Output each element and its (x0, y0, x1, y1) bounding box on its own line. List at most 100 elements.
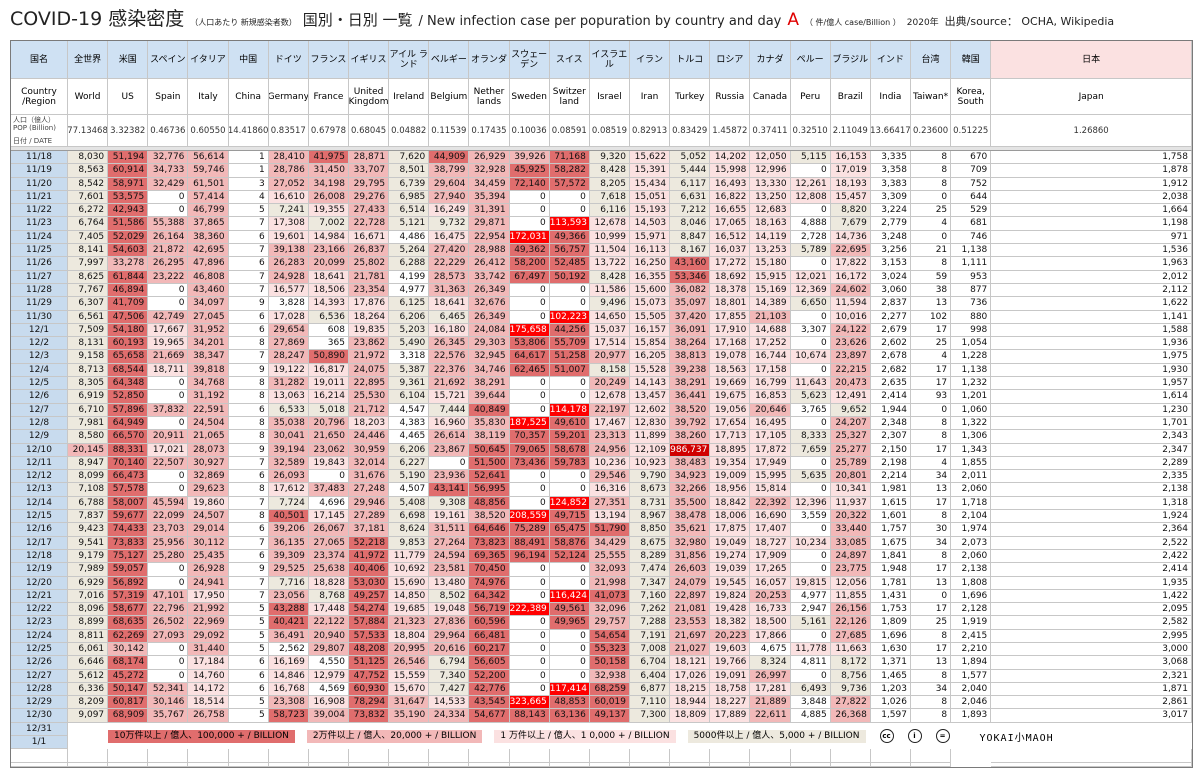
value-cell: 8,713 (68, 363, 109, 378)
value-cell: 10,674 (790, 350, 831, 364)
value-cell: 9,423 (68, 523, 109, 537)
value-cell: 6,764 (68, 217, 109, 231)
value-cell: 21,697 (670, 629, 711, 643)
country-name-jp: イラン (629, 41, 671, 79)
value-cell: 33,742 (469, 270, 510, 284)
value-cell: 57,533 (348, 629, 390, 643)
value-cell: 33,707 (348, 164, 390, 178)
value-cell: 8 (228, 390, 269, 404)
value-cell: 14,172 (188, 682, 229, 697)
value-cell: 8 (910, 510, 952, 524)
value-cell: 34,201 (188, 337, 229, 351)
value-cell: 2,635 (870, 377, 911, 391)
value-cell: 0 (148, 470, 189, 484)
date-cell: 12/22 (11, 603, 68, 617)
value-cell: 0 (148, 297, 189, 311)
value-cell: 1,588 (991, 323, 1192, 338)
value-cell: 52,218 (348, 536, 390, 550)
value-cell: 64,348 (108, 377, 149, 391)
title-sub: （人口あたり 新規感染者数） (190, 18, 297, 27)
value-cell: 3,559 (790, 510, 831, 524)
value-cell: 0 (148, 416, 189, 431)
value-cell: 1,919 (951, 616, 992, 630)
value-cell: 2,414 (991, 563, 1192, 577)
value-cell: 1 (228, 151, 269, 165)
value-cell: 57,319 (108, 589, 149, 604)
value-cell: 1,318 (991, 496, 1192, 511)
value-cell: 16,822 (710, 190, 751, 205)
value-cell: 5 (228, 629, 269, 643)
value-cell: 19,835 (348, 323, 390, 338)
value-cell: 6,536 (308, 310, 349, 324)
value-cell: 746 (951, 230, 992, 245)
value-cell: 8,756 (830, 669, 871, 683)
value-cell: 24,075 (348, 363, 390, 378)
value-cell: 20,995 (389, 642, 430, 657)
value-cell: 26,349 (469, 310, 510, 324)
value-cell: 26,546 (389, 656, 430, 670)
value-cell: 61,844 (108, 270, 149, 284)
value-cell: 3,309 (870, 190, 911, 205)
value-cell: 0 (509, 629, 550, 643)
value-cell: 21,065 (188, 430, 229, 444)
value-cell: 24,084 (469, 323, 510, 338)
value-cell: 19,049 (710, 536, 751, 550)
value-cell: 1,935 (991, 576, 1192, 590)
value-cell: 15,814 (750, 483, 791, 497)
value-cell: 31,440 (188, 642, 229, 657)
value-cell: 17,514 (589, 337, 630, 351)
value-cell: 78,294 (348, 696, 390, 710)
value-cell (830, 762, 871, 767)
value-cell: 15,670 (389, 682, 430, 697)
value-cell: 2,214 (870, 470, 911, 484)
value-cell: 8 (228, 377, 269, 391)
value-cell: 22,229 (429, 257, 470, 271)
value-cell (348, 749, 390, 763)
value-cell: 35,097 (670, 297, 711, 311)
value-cell: 21,081 (670, 603, 711, 617)
date-cell: 12/5 (11, 377, 68, 391)
value-cell: 6,061 (68, 642, 109, 657)
value-cell: 6,125 (389, 297, 430, 311)
value-cell: 21,998 (589, 576, 630, 590)
value-cell: 1,630 (870, 642, 911, 657)
value-cell: 17 (910, 363, 952, 378)
value-cell: 17,281 (750, 682, 791, 697)
value-cell: 8,731 (629, 496, 671, 511)
value-cell: 17,713 (710, 430, 751, 444)
value-cell: 15,528 (629, 363, 671, 378)
country-name-en: United Kingdom (348, 79, 390, 115)
value-cell: 0 (549, 483, 590, 497)
value-cell: 17 (910, 443, 952, 457)
value-cell: 40,421 (268, 616, 309, 630)
value-cell: 608 (308, 323, 349, 338)
date-cell: 12/18 (11, 549, 68, 564)
value-cell: 0 (509, 483, 550, 497)
country-name-jp: インド (870, 41, 911, 79)
value-cell: 0 (790, 337, 831, 351)
value-cell: 2,138 (951, 563, 992, 577)
value-cell: 6,533 (268, 403, 309, 417)
value-cell: 25,280 (148, 549, 189, 564)
value-cell: 22,392 (750, 496, 791, 511)
value-cell: 19,545 (710, 576, 751, 590)
value-cell: 39,792 (670, 416, 711, 431)
value-cell: 11,586 (589, 283, 630, 298)
value-cell: 46,894 (108, 283, 149, 298)
value-cell: 16,577 (268, 283, 309, 298)
value-cell: 15,505 (629, 310, 671, 324)
value-cell: 28,988 (469, 244, 510, 258)
value-cell: 9,732 (429, 217, 470, 231)
population-value: 0.32510 (790, 115, 831, 147)
value-cell: 6,116 (589, 204, 630, 218)
value-cell: 29,946 (348, 496, 390, 511)
value-cell: 0 (549, 470, 590, 484)
date-cell: 11/24 (11, 230, 68, 245)
population-value: 1.45872 (710, 115, 751, 147)
date-cell: 12/24 (11, 629, 68, 643)
value-cell: 38,360 (188, 230, 229, 245)
value-cell: 19,603 (710, 642, 751, 657)
value-cell: 39,138 (268, 244, 309, 258)
country-name-jp: スペイン (148, 41, 189, 79)
date-cell: 12/9 (11, 430, 68, 444)
